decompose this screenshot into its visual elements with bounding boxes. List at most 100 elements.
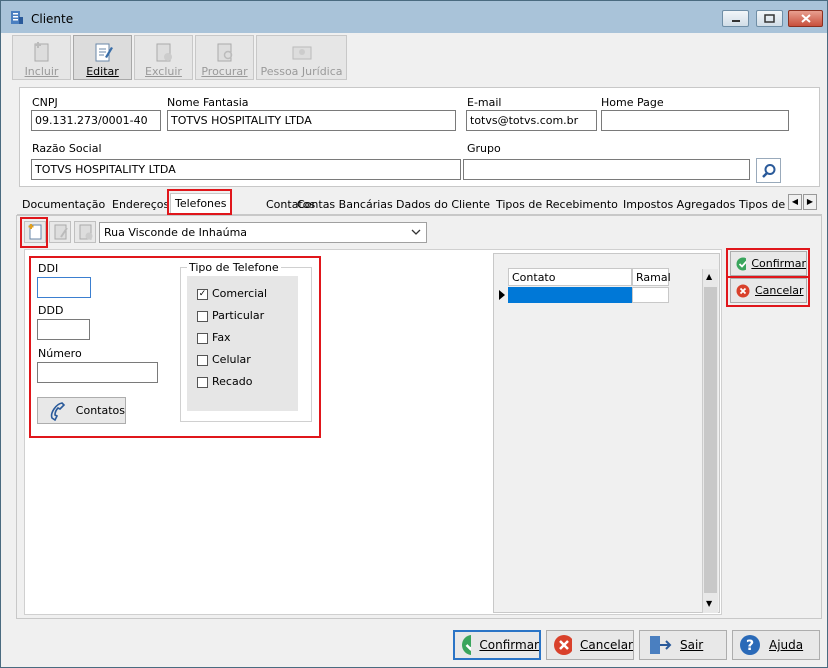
new-document-icon [34, 42, 48, 62]
svg-text:?: ? [746, 638, 754, 654]
scroll-down-icon[interactable]: ▼ [706, 599, 712, 608]
edit-document-icon [95, 43, 113, 62]
row-indicator-icon [499, 290, 505, 300]
ajuda-button[interactable]: ? Ajuda [732, 630, 820, 660]
scroll-thumb[interactable] [704, 287, 717, 593]
confirmar-button[interactable]: Confirmar [453, 630, 541, 660]
ddi-field[interactable] [37, 277, 91, 298]
tab-contas-bancarias[interactable]: Contas Bancárias [293, 195, 397, 215]
cnpj-field[interactable]: 09.131.273/0001-40 [31, 110, 161, 131]
ajuda-button-label: Ajuda [769, 638, 804, 652]
sair-button-label: Sair [680, 638, 704, 652]
numero-field[interactable] [37, 362, 158, 383]
fax-checkbox[interactable] [197, 333, 208, 344]
incluir-button[interactable]: Incluir [12, 35, 71, 80]
celular-checkbox[interactable] [197, 355, 208, 366]
delete-document-icon [156, 43, 172, 62]
maximize-icon [764, 14, 775, 23]
numero-label: Número [38, 347, 82, 360]
company-icon [292, 46, 311, 60]
grid-cell-ramal[interactable] [632, 287, 669, 303]
grid-cell-contato[interactable] [508, 287, 632, 303]
contatos-button[interactable]: Contatos [37, 397, 126, 424]
title-bar[interactable]: Cliente [1, 1, 827, 33]
ddd-field[interactable] [37, 319, 90, 340]
tipo-telefone-options: ✓ Comercial Particular Fax Celular Recad… [187, 276, 298, 411]
address-select-value: Rua Visconde de Inhaúma [104, 226, 248, 239]
chevron-down-icon [411, 229, 421, 235]
ddd-label: DDD [38, 304, 64, 317]
cliente-window: Cliente Incluir Editar Excluir Procurar … [0, 0, 828, 668]
pessoa-juridica-button[interactable]: Pessoa Jurídica [256, 35, 347, 80]
particular-label: Particular [212, 309, 265, 322]
email-label: E-mail [467, 96, 502, 109]
edit-document-icon [54, 224, 68, 240]
minimize-button[interactable] [722, 10, 749, 27]
grupo-search-button[interactable] [756, 158, 781, 183]
recado-checkbox[interactable] [197, 377, 208, 388]
tab-scroll-left[interactable]: ◀ [788, 194, 802, 210]
delete-document-icon [79, 224, 93, 240]
tab-impostos-agregados[interactable]: Impostos Agregados [619, 195, 739, 215]
fax-label: Fax [212, 331, 231, 344]
window-title: Cliente [31, 12, 74, 26]
razao-social-label: Razão Social [32, 142, 102, 155]
help-icon: ? [740, 635, 760, 655]
highlight-add-button [20, 217, 48, 248]
phone-icon [50, 401, 66, 421]
email-field[interactable]: totvs@totvs.com.br [466, 110, 597, 131]
nome-fantasia-label: Nome Fantasia [167, 96, 249, 109]
edit-phone-button[interactable] [49, 221, 71, 243]
cancel-icon [554, 635, 573, 655]
tab-tipos-de-recebimento[interactable]: Tipos de Recebimento [492, 195, 622, 215]
comercial-checkbox[interactable]: ✓ [197, 289, 208, 300]
sair-button[interactable]: Sair [639, 630, 727, 660]
razao-social-field[interactable]: TOTVS HOSPITALITY LTDA [31, 159, 461, 180]
check-icon [462, 635, 472, 655]
maximize-button[interactable] [756, 10, 783, 27]
grid-header-contato[interactable]: Contato [508, 268, 632, 286]
ddi-label: DDI [38, 262, 59, 275]
tipo-telefone-legend: Tipo de Telefone [187, 261, 281, 274]
confirmar-button-label: Confirmar [479, 638, 539, 652]
minimize-icon [731, 19, 740, 22]
grupo-field[interactable] [463, 159, 750, 180]
exit-door-icon [650, 636, 672, 654]
celular-label: Celular [212, 353, 251, 366]
app-icon [11, 11, 23, 24]
grid-scrollbar[interactable]: ▲ ▼ [702, 269, 718, 613]
toolbar: Incluir Editar Excluir Procurar Pessoa J… [12, 35, 348, 81]
tab-documentacao[interactable]: Documentação [18, 195, 109, 215]
nome-fantasia-field[interactable]: TOTVS HOSPITALITY LTDA [167, 110, 456, 131]
highlight-confirmar [726, 248, 810, 278]
delete-phone-button[interactable] [74, 221, 96, 243]
particular-checkbox[interactable] [197, 311, 208, 322]
tipo-telefone-group: Tipo de Telefone ✓ Comercial Particular … [180, 261, 312, 422]
close-button[interactable] [788, 10, 823, 27]
cnpj-label: CNPJ [32, 96, 58, 109]
editar-button[interactable]: Editar [73, 35, 132, 80]
address-select[interactable]: Rua Visconde de Inhaúma [99, 222, 427, 243]
search-icon [761, 163, 775, 178]
grupo-label: Grupo [467, 142, 501, 155]
highlight-cancelar [726, 276, 810, 307]
excluir-button[interactable]: Excluir [134, 35, 193, 80]
recado-label: Recado [212, 375, 253, 388]
cancelar-button[interactable]: Cancelar [546, 630, 634, 660]
contatos-button-label: Contatos [75, 404, 125, 417]
procurar-button[interactable]: Procurar [195, 35, 254, 80]
tab-scroll-right[interactable]: ▶ [803, 194, 817, 210]
contacts-grid: Contato Ramal [493, 253, 720, 613]
close-icon [800, 14, 811, 23]
tab-strip: Documentação Endereços Telefones Contato… [17, 193, 822, 215]
tab-tipos-de[interactable]: Tipos de [735, 195, 790, 215]
tab-dados-do-cliente[interactable]: Dados do Cliente [392, 195, 494, 215]
search-document-icon [217, 43, 232, 62]
grid-header-ramal[interactable]: Ramal [632, 268, 671, 286]
bottom-bar: Confirmar Cancelar Sair ? Ajuda [1, 623, 827, 667]
homepage-label: Home Page [601, 96, 664, 109]
homepage-field[interactable] [601, 110, 789, 131]
highlight-telefones-tab [167, 189, 232, 215]
tab-enderecos[interactable]: Endereços [108, 195, 173, 215]
scroll-up-icon[interactable]: ▲ [706, 272, 712, 281]
